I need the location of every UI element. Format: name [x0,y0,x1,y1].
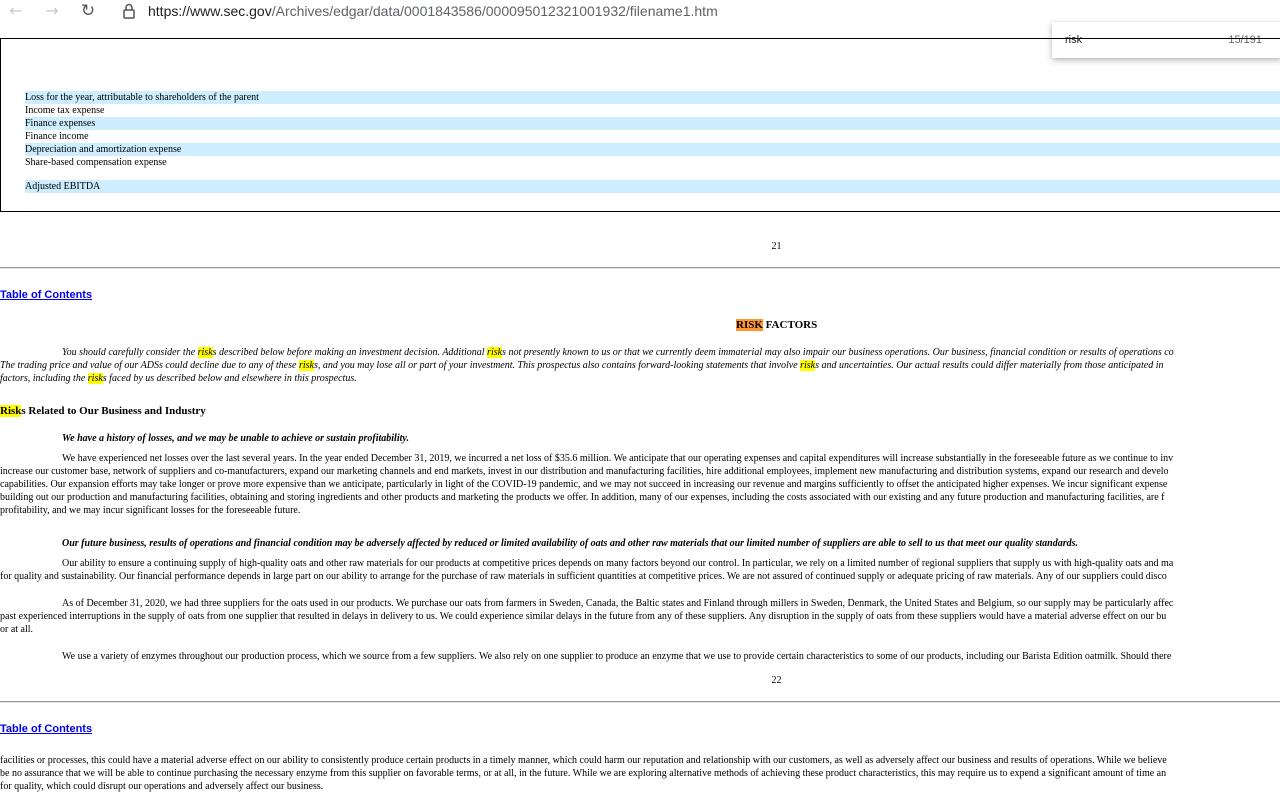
ebitda-table: Loss for the year, attributable to share… [0,38,1280,212]
text-span: The trading price and value of our ADSs … [0,360,299,371]
text-line: past experienced interruptions in the su… [0,611,1167,622]
text-line: or at all. [0,624,34,635]
text-line: We use a variety of enzymes throughout o… [62,651,1172,662]
text-line: facilities or processes, this could have… [0,755,1167,766]
subsection-heading-text: s Related to Our Business and Industry [21,405,206,417]
text-line: You should carefully consider the risks … [0,346,1280,359]
table-row: Depreciation and amortization expense [25,143,1280,156]
risk-heading: Our future business, results of operatio… [0,537,1280,550]
text-span: s not presently known to us or that we c… [502,347,1174,358]
match-highlight: risk [87,373,103,384]
text-line: factors, including the risks faced by us… [0,372,1280,385]
reload-icon[interactable]: ↻ [77,1,99,21]
body-paragraph: We use a variety of enzymes throughout o… [0,650,1280,663]
table-of-contents-link[interactable]: Table of Contents [0,723,92,735]
table-row: Share-based compensation expense [25,157,167,168]
body-paragraph: facilities or processes, this could have… [0,754,1280,793]
url-host: https://www.sec.gov [148,3,272,19]
table-row: Finance expenses [25,117,1280,130]
text-span: s faced by us described below and elsewh… [102,373,357,384]
risk-heading: We have a history of losses, and we may … [0,432,1280,445]
match-highlight: risk [487,347,503,358]
text-line: We have experienced net losses over the … [62,453,1174,464]
forward-arrow-icon[interactable]: → [41,1,63,21]
url-path: /Archives/edgar/data/0001843586/00009501… [271,3,718,19]
page-number: 21 [771,241,782,252]
page-number: 22 [771,675,782,686]
text-span: You should carefully consider the [62,347,198,358]
text-line: The trading price and value of our ADSs … [0,359,1280,372]
table-row: Loss for the year, attributable to share… [25,91,1280,104]
text-span: factors, including the [0,373,88,384]
address-bar[interactable]: https://www.sec.gov/Archives/edgar/data/… [148,2,718,20]
table-row: Adjusted EBITDA [25,180,1280,193]
section-title: RISK FACTORS [736,319,817,331]
match-highlight: risk [298,360,314,371]
page-divider [0,701,1280,703]
text-line: profitability, and we may incur signific… [0,505,301,516]
match-highlight: risk [197,347,213,358]
table-row: Finance income [25,131,89,142]
match-highlight: risk [800,360,816,371]
browser-toolbar: ← → ↻ https://www.sec.gov/Archives/edgar… [0,0,1280,24]
text-line: building out our production and manufact… [0,492,1165,503]
current-match-highlight: RISK [736,319,763,331]
table-row: Income tax expense [25,105,105,116]
text-line: increase our customer base, network of s… [0,466,1169,477]
body-paragraph: We have experienced net losses over the … [0,452,1280,517]
page-divider [0,267,1280,269]
text-line: be no assurance that we will be able to … [0,768,1167,779]
text-line: for quality, which could disrupt our ope… [0,781,324,792]
subsection-heading: Risks Related to Our Business and Indust… [0,405,206,417]
text-line: Our ability to ensure a continuing suppl… [62,558,1174,569]
back-arrow-icon[interactable]: ← [5,1,27,21]
text-line: capabilities. Our expansion efforts may … [0,479,1168,490]
text-span: s described below before making an inves… [212,347,488,358]
text-line: We have a history of losses, and we may … [62,433,409,444]
section-title-text: FACTORS [762,319,818,331]
intro-paragraph: You should carefully consider the risks … [0,346,1280,385]
table-of-contents-link[interactable]: Table of Contents [0,289,92,301]
match-highlight: Risk [0,405,22,417]
text-line: for quality and sustainability. Our fina… [0,571,1167,582]
text-span: s, and you may lose all or part of your … [313,360,801,371]
text-span: s and uncertainties. Our actual results … [815,360,1164,371]
text-line: As of December 31, 2020, we had three su… [62,598,1174,609]
text-line: Our future business, results of operatio… [62,538,1078,549]
body-paragraph: As of December 31, 2020, we had three su… [0,597,1280,636]
body-paragraph: Our ability to ensure a continuing suppl… [0,557,1280,583]
lock-icon[interactable] [122,3,136,19]
